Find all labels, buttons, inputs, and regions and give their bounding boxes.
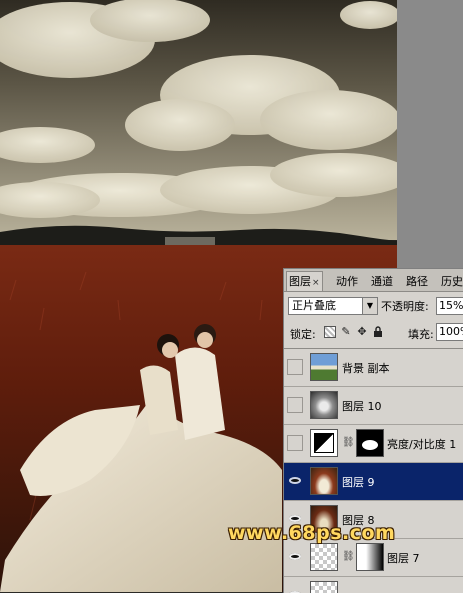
tab-history-label: 历史 — [441, 275, 463, 288]
eye-icon[interactable] — [287, 587, 303, 593]
layer-name: 背景 副本 — [342, 362, 390, 375]
transparent-thumbnail — [310, 543, 338, 571]
white-blob-mask[interactable] — [356, 429, 384, 457]
canvas-border-strip — [397, 0, 463, 268]
sky-landscape-thumbnail — [310, 353, 338, 381]
tab-history[interactable]: 历史 — [439, 272, 463, 291]
lock-fill-row: 锁定: ✎ ✥ 填充: 100% — [284, 322, 463, 344]
lock-icon[interactable] — [372, 326, 384, 338]
layer-name: 图层 9 — [342, 476, 375, 489]
white-black-gradient-mask[interactable] — [356, 543, 384, 571]
fill-input[interactable]: 100% — [436, 323, 463, 341]
layer-row-brightness-contrast[interactable]: ⛓ 亮度/对比度 1 — [284, 425, 463, 463]
tab-channels-label: 通道 — [371, 275, 393, 288]
transparent-thumbnail — [310, 581, 338, 593]
layer-row-layer-9[interactable]: 图层 9 — [284, 463, 463, 501]
tab-actions-label: 动作 — [336, 275, 358, 288]
chevron-down-icon[interactable]: ▼ — [362, 298, 377, 314]
chain-link-icon[interactable]: ⛓ — [342, 551, 355, 562]
lock-label: 锁定: — [290, 328, 316, 341]
visibility-toggle[interactable] — [287, 359, 303, 375]
layer-row-partial[interactable] — [284, 577, 463, 593]
blend-opacity-row: 正片叠底 ▼ 不透明度: 15% — [284, 296, 463, 318]
gray-gradient-thumbnail — [310, 391, 338, 419]
layer-row-layer-7[interactable]: ⛓ 图层 7 — [284, 539, 463, 577]
photo-thumbnail — [310, 467, 338, 495]
adjustment-icon-thumbnail — [310, 429, 338, 457]
layer-row-background-copy[interactable]: 背景 副本 — [284, 349, 463, 387]
blend-mode-select[interactable]: 正片叠底 ▼ — [288, 297, 378, 315]
photo-thumbnail — [310, 505, 338, 533]
layer-name: 亮度/对比度 1 — [387, 438, 457, 451]
tab-channels[interactable]: 通道 — [369, 272, 395, 291]
brush-icon[interactable]: ✎ — [340, 326, 352, 338]
tab-close-icon[interactable]: × — [312, 278, 320, 288]
opacity-input[interactable]: 15% — [436, 297, 463, 315]
eye-icon[interactable] — [287, 511, 303, 527]
eye-icon[interactable] — [287, 549, 303, 565]
layer-name: 图层 8 — [342, 514, 375, 527]
fill-label: 填充: — [408, 328, 434, 341]
tab-actions[interactable]: 动作 — [334, 272, 360, 291]
layers-panel: 图层× 动作 通道 路径 历史 正片叠底 ▼ 不透明度: 15% 锁定: ✎ ✥… — [283, 268, 463, 593]
chain-link-icon[interactable]: ⛓ — [342, 437, 355, 448]
layer-name: 图层 10 — [342, 400, 382, 413]
tab-paths-label: 路径 — [406, 275, 428, 288]
opacity-label: 不透明度: — [381, 300, 429, 313]
tab-paths[interactable]: 路径 — [404, 272, 430, 291]
move-icon[interactable]: ✥ — [356, 326, 368, 338]
panel-tab-bar: 图层× 动作 通道 路径 历史 — [284, 269, 463, 292]
layer-name: 图层 7 — [387, 552, 420, 565]
tab-layers[interactable]: 图层× — [286, 271, 323, 291]
blend-mode-value: 正片叠底 — [292, 299, 336, 312]
visibility-toggle[interactable] — [287, 435, 303, 451]
visibility-toggle[interactable] — [287, 397, 303, 413]
layer-row-layer-8[interactable]: 图层 8 — [284, 501, 463, 539]
eye-icon[interactable] — [287, 473, 303, 489]
layer-row-layer-10[interactable]: 图层 10 — [284, 387, 463, 425]
layers-list: 背景 副本 图层 10 ⛓ 亮度/对比度 1 图层 9 图层 8 ⛓ 图层 7 — [284, 348, 463, 593]
tab-layers-label: 图层 — [289, 275, 311, 288]
lock-transparent-icon[interactable] — [324, 326, 336, 338]
